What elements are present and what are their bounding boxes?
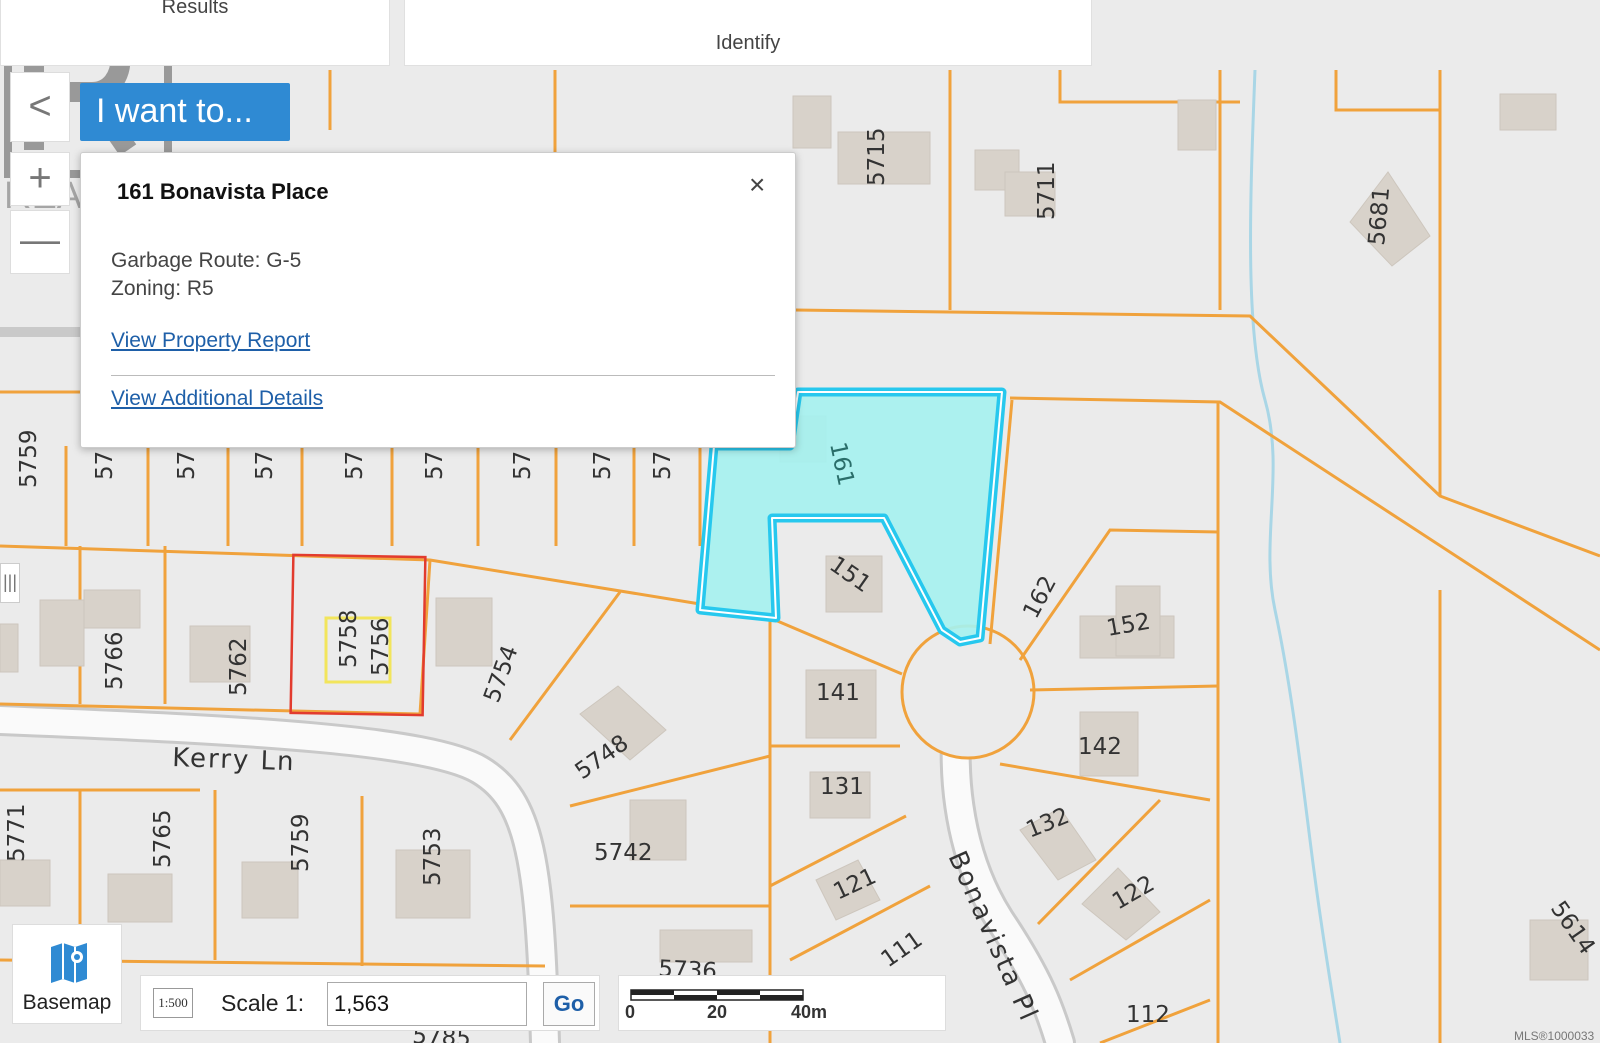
scale-ruler: 0 20 40m bbox=[618, 975, 946, 1031]
scale-ruler-bar bbox=[630, 989, 804, 1001]
lot-number: 5762 bbox=[226, 637, 252, 696]
lot-number: 57 bbox=[342, 451, 368, 480]
lot-number: 57 bbox=[590, 451, 616, 480]
scale-input[interactable] bbox=[327, 982, 527, 1026]
lot-number: 5771 bbox=[4, 803, 30, 862]
lot-number: 57 bbox=[174, 451, 200, 480]
view-additional-details-link[interactable]: View Additional Details bbox=[111, 387, 323, 411]
i-want-to-button[interactable]: I want to... bbox=[80, 83, 290, 141]
lot-number: 5765 bbox=[150, 809, 176, 868]
lot-number: 57 bbox=[252, 451, 278, 480]
lot-number: 142 bbox=[1078, 734, 1122, 760]
lot-number: 5681 bbox=[1364, 186, 1395, 247]
lot-number: 57 bbox=[422, 451, 448, 480]
popup-title: 161 Bonavista Place bbox=[117, 179, 329, 204]
lot-number: 141 bbox=[816, 680, 860, 706]
zoning: Zoning: R5 bbox=[111, 277, 214, 300]
identify-popup: 161 Bonavista Place × Garbage Route: G-5… bbox=[80, 152, 796, 448]
popup-divider bbox=[111, 375, 775, 376]
lot-number: 57 bbox=[92, 451, 118, 480]
lot-number: 131 bbox=[820, 774, 864, 800]
lot-number: 5758 bbox=[336, 609, 362, 668]
scale-control: 1:500 Scale 1: Go bbox=[140, 975, 600, 1031]
close-icon[interactable]: × bbox=[749, 169, 765, 201]
garbage-route: Garbage Route: G-5 bbox=[111, 249, 302, 272]
lot-number: 5715 bbox=[864, 127, 890, 186]
lot-number: 112 bbox=[1126, 1002, 1170, 1028]
scale-tick-40: 40m bbox=[791, 1002, 828, 1022]
scale-tick-0: 0 bbox=[625, 1002, 636, 1022]
basemap-label: Basemap bbox=[22, 991, 112, 1014]
scale-label: Scale 1: bbox=[221, 990, 305, 1016]
mls-footer: MLS®1000033 bbox=[1514, 1029, 1595, 1043]
tab-results[interactable]: Results bbox=[0, 0, 390, 66]
lot-number: 5756 bbox=[368, 617, 394, 676]
side-panel-handle[interactable]: ||| bbox=[0, 563, 20, 603]
tab-identify[interactable]: Identify bbox=[404, 0, 1092, 66]
lot-number: 5766 bbox=[102, 631, 128, 690]
lot-number: 57 bbox=[650, 451, 676, 480]
lot-number: 5759 bbox=[288, 813, 314, 872]
street-label-kerry-ln: Kerry Ln bbox=[172, 743, 296, 777]
lot-number: 5742 bbox=[594, 840, 653, 866]
scale-icon: 1:500 bbox=[153, 988, 193, 1018]
lot-number: 5753 bbox=[420, 827, 446, 886]
scale-tick-20: 20 bbox=[707, 1002, 728, 1022]
tab-results-label: Results bbox=[161, 0, 229, 18]
collapse-panel-button[interactable]: < bbox=[10, 72, 70, 142]
view-property-report-link[interactable]: View Property Report bbox=[111, 329, 310, 353]
lot-number: 5711 bbox=[1034, 161, 1060, 220]
lot-number: 57 bbox=[510, 451, 536, 480]
zoom-in-button[interactable]: + bbox=[10, 152, 70, 206]
tab-identify-label: Identify bbox=[715, 32, 781, 54]
zoom-out-button[interactable]: — bbox=[10, 210, 70, 274]
basemap-button[interactable]: Basemap bbox=[12, 924, 122, 1024]
lot-number: 5759 bbox=[16, 429, 42, 488]
go-button[interactable]: Go bbox=[543, 982, 595, 1026]
basemap-icon bbox=[51, 943, 87, 983]
